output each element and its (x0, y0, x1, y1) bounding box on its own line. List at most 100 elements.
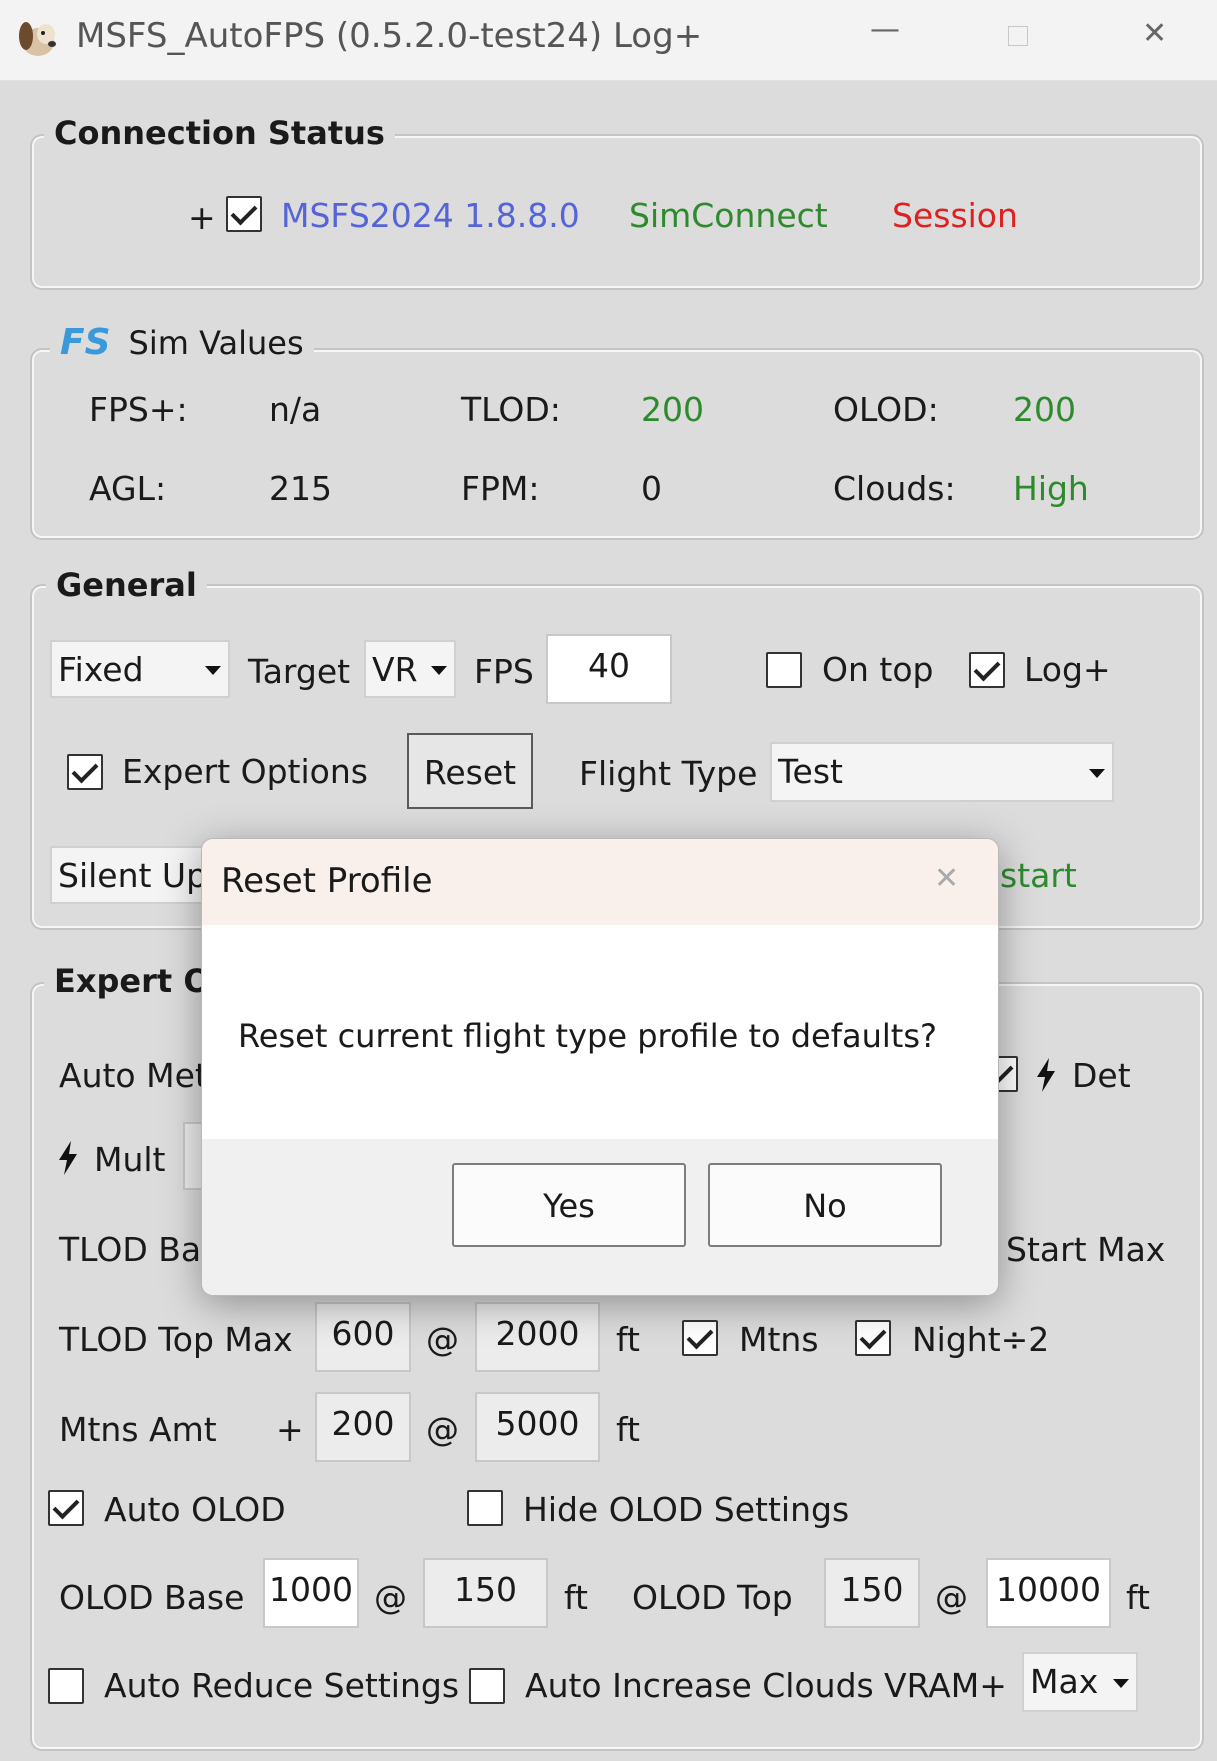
flight-type-label: Flight Type (579, 754, 758, 793)
target-value: VR (372, 650, 418, 689)
auto-clouds-checkbox[interactable] (469, 1668, 505, 1704)
session-status: Session (892, 196, 1018, 235)
olod-label: OLOD: (833, 390, 939, 429)
olod-base-input[interactable]: 1000 (263, 1558, 359, 1628)
det-label: Det (1072, 1056, 1131, 1095)
sim-checkbox[interactable] (226, 196, 262, 232)
connection-status-legend: Connection Status (44, 114, 395, 152)
tlod-top-max-label: TLOD Top Max (59, 1320, 293, 1359)
tlod-top-alt-input[interactable]: 2000 (475, 1302, 600, 1372)
at-label: @ (426, 1320, 459, 1359)
logplus-checkbox[interactable] (969, 652, 1005, 688)
mtns-amt-label: Mtns Amt (59, 1410, 217, 1449)
chevron-down-icon (196, 642, 228, 696)
general-legend: General (46, 566, 207, 604)
at-label: @ (426, 1410, 459, 1449)
ft-label: ft (616, 1410, 640, 1449)
vram-value: Max (1030, 1662, 1099, 1701)
clouds-label: Clouds: (833, 469, 956, 508)
fps-label: FPS+: (89, 390, 188, 429)
auto-reduce-checkbox[interactable] (48, 1668, 84, 1704)
vram-label: VRAM+ (884, 1666, 1007, 1705)
auto-clouds-label: Auto Increase Clouds (525, 1666, 874, 1705)
olod-base-alt-value: 150 (454, 1570, 517, 1609)
fpm-value: 0 (641, 469, 662, 508)
fps-value: n/a (269, 390, 322, 429)
ft-label: ft (564, 1578, 588, 1617)
tlod-value: 200 (641, 390, 704, 429)
fpm-label: FPM: (461, 469, 540, 508)
app-dog-icon (19, 22, 56, 56)
yes-button[interactable]: Yes (452, 1163, 686, 1247)
chevron-down-icon (1080, 744, 1112, 800)
dialog-footer: Yes No (202, 1139, 998, 1295)
auto-olod-label: Auto OLOD (104, 1490, 286, 1529)
fps-target-label: FPS (474, 652, 534, 691)
close-icon[interactable]: ✕ (1142, 16, 1167, 51)
tlod-top-max-value: 600 (331, 1314, 395, 1353)
agl-value: 215 (269, 469, 332, 508)
auto-method-label: Auto Met (59, 1056, 208, 1095)
olod-base-label: OLOD Base (59, 1578, 245, 1617)
chevron-down-icon (1104, 1654, 1136, 1710)
fps-target-value: 40 (588, 646, 630, 685)
agl-label: AGL: (89, 469, 167, 508)
logplus-label: Log+ (1024, 650, 1111, 689)
no-button[interactable]: No (708, 1163, 942, 1247)
target-label: Target (248, 652, 351, 691)
night-checkbox[interactable] (855, 1320, 891, 1356)
on-top-checkbox[interactable] (766, 652, 802, 688)
sim-version-label: MSFS2024 1.8.8.0 (281, 196, 580, 235)
ft-label: ft (1126, 1578, 1150, 1617)
mode-combo[interactable]: Fixed (50, 640, 230, 698)
fps-target-input[interactable]: 40 (546, 634, 672, 704)
tlod-top-max-input[interactable]: 600 (315, 1302, 411, 1372)
on-top-label: On top (822, 650, 934, 689)
hide-olod-checkbox[interactable] (467, 1490, 503, 1526)
window-title: MSFS_AutoFPS (0.5.2.0-test24) Log+ (76, 16, 703, 56)
no-button-label: No (803, 1187, 847, 1225)
olod-top-value: 150 (840, 1570, 904, 1609)
mtns-label: Mtns (739, 1320, 819, 1359)
plus-label: + (276, 1410, 304, 1449)
mtns-amt-alt-input[interactable]: 5000 (475, 1392, 600, 1462)
olod-top-input[interactable]: 150 (824, 1558, 920, 1628)
lightning-icon (59, 1141, 77, 1175)
mult-label: Mult (94, 1140, 166, 1179)
tlod-label: TLOD: (461, 390, 561, 429)
at-label: @ (935, 1578, 968, 1617)
olod-base-alt-input[interactable]: 150 (423, 1558, 548, 1628)
reset-button[interactable]: Reset (407, 733, 533, 809)
minimize-icon[interactable]: — (870, 12, 900, 47)
sim-values-group (30, 348, 1204, 540)
flight-type-combo[interactable]: Test (770, 742, 1114, 802)
ft-label: ft (616, 1320, 640, 1359)
olod-top-alt-input[interactable]: 10000 (986, 1558, 1111, 1628)
tlod-top-alt-value: 2000 (495, 1314, 580, 1353)
mtns-amt-input[interactable]: 200 (315, 1392, 411, 1462)
olod-top-label: OLOD Top (632, 1578, 793, 1617)
expert-options-label: Expert Options (122, 752, 368, 791)
title-bar: MSFS_AutoFPS (0.5.2.0-test24) Log+ — ✕ (0, 0, 1217, 81)
mtns-checkbox[interactable] (682, 1320, 718, 1356)
mtns-amt-value: 200 (331, 1404, 395, 1443)
expert-options-checkbox[interactable] (67, 754, 103, 790)
vram-combo[interactable]: Max (1022, 1652, 1138, 1712)
auto-olod-checkbox[interactable] (48, 1490, 84, 1526)
sim-values-legend: FS Sim Values (50, 322, 314, 363)
lightning-icon (1037, 1058, 1055, 1092)
flight-type-value: Test (778, 752, 843, 791)
target-combo[interactable]: VR (364, 640, 456, 698)
reset-button-label: Reset (423, 753, 517, 792)
hide-olod-label: Hide OLOD Settings (523, 1490, 850, 1529)
olod-top-alt-value: 10000 (996, 1570, 1101, 1609)
fs-logo-icon: FS (60, 322, 111, 363)
auto-reduce-label: Auto Reduce Settings (104, 1666, 460, 1705)
night-label: Night÷2 (912, 1320, 1050, 1359)
close-icon[interactable]: ✕ (934, 861, 959, 896)
dialog-title: Reset Profile (221, 861, 433, 901)
maximize-icon (1008, 26, 1028, 46)
silent-update-text: Silent Up (58, 856, 208, 895)
simconnect-status: SimConnect (629, 196, 828, 235)
connection-plus: + (188, 198, 216, 237)
